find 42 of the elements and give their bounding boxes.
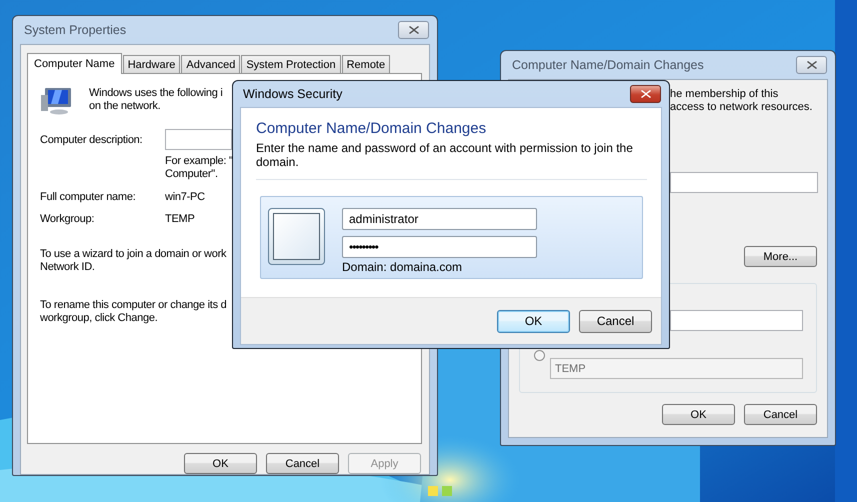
computer-name-field[interactable] [670, 172, 818, 193]
user-tile-icon [268, 208, 325, 265]
close-icon [640, 90, 650, 98]
dialog-button[interactable]: OK [184, 453, 257, 474]
workgroup-field[interactable]: TEMP [550, 358, 803, 379]
window-title: System Properties [24, 23, 126, 37]
close-button[interactable] [630, 85, 661, 103]
field-label: Workgroup: [40, 213, 96, 226]
computer-icon [40, 87, 73, 115]
domain-field[interactable] [670, 310, 803, 331]
tab[interactable]: Hardware [122, 55, 180, 73]
tab[interactable]: System Protection [241, 55, 341, 73]
dialog-button[interactable]: Cancel [266, 453, 339, 474]
tab[interactable]: Remote [342, 55, 390, 73]
intro-text: he membership of this access to network resources. [670, 88, 814, 114]
tab[interactable]: Advanced [181, 55, 240, 73]
dialog-heading: Computer Name/Domain Changes [256, 120, 488, 137]
dialog-description: Enter the name and password of an account with permission to join the domain. [256, 141, 634, 169]
description-field[interactable] [165, 129, 232, 150]
intro-text: Windows uses the following i on the network. [89, 87, 223, 114]
field-label: Computer description: [40, 134, 144, 146]
domain-text: Domain: domaina.com [342, 260, 464, 274]
dialog-button[interactable]: Cancel [744, 404, 817, 425]
close-icon [806, 61, 816, 69]
dialog-button[interactable]: OK [662, 404, 735, 425]
password-field[interactable]: ••••••••• [342, 236, 537, 258]
close-button[interactable] [398, 21, 429, 39]
window-title: Computer Name/Domain Changes [512, 58, 704, 72]
username-field[interactable]: administrator [342, 208, 537, 230]
field-value: win7-PC [165, 191, 205, 204]
window-title: Windows Security [243, 87, 342, 101]
rename-text: To rename this computer or change its d workgroup, click Change. [40, 299, 227, 325]
dialog-button[interactable]: Cancel [579, 310, 652, 332]
more-button[interactable]: More... [744, 246, 817, 267]
dialog-button[interactable]: OK [497, 310, 570, 332]
close-button[interactable] [796, 56, 827, 74]
field-value: TEMP [165, 213, 195, 226]
wizard-text: To use a wizard to join a domain or work Network ID. [40, 248, 226, 274]
field-label: Full computer name: [40, 191, 137, 204]
tab[interactable]: Computer Name [27, 53, 122, 74]
close-icon [408, 26, 418, 34]
workgroup-radio[interactable] [534, 350, 545, 361]
